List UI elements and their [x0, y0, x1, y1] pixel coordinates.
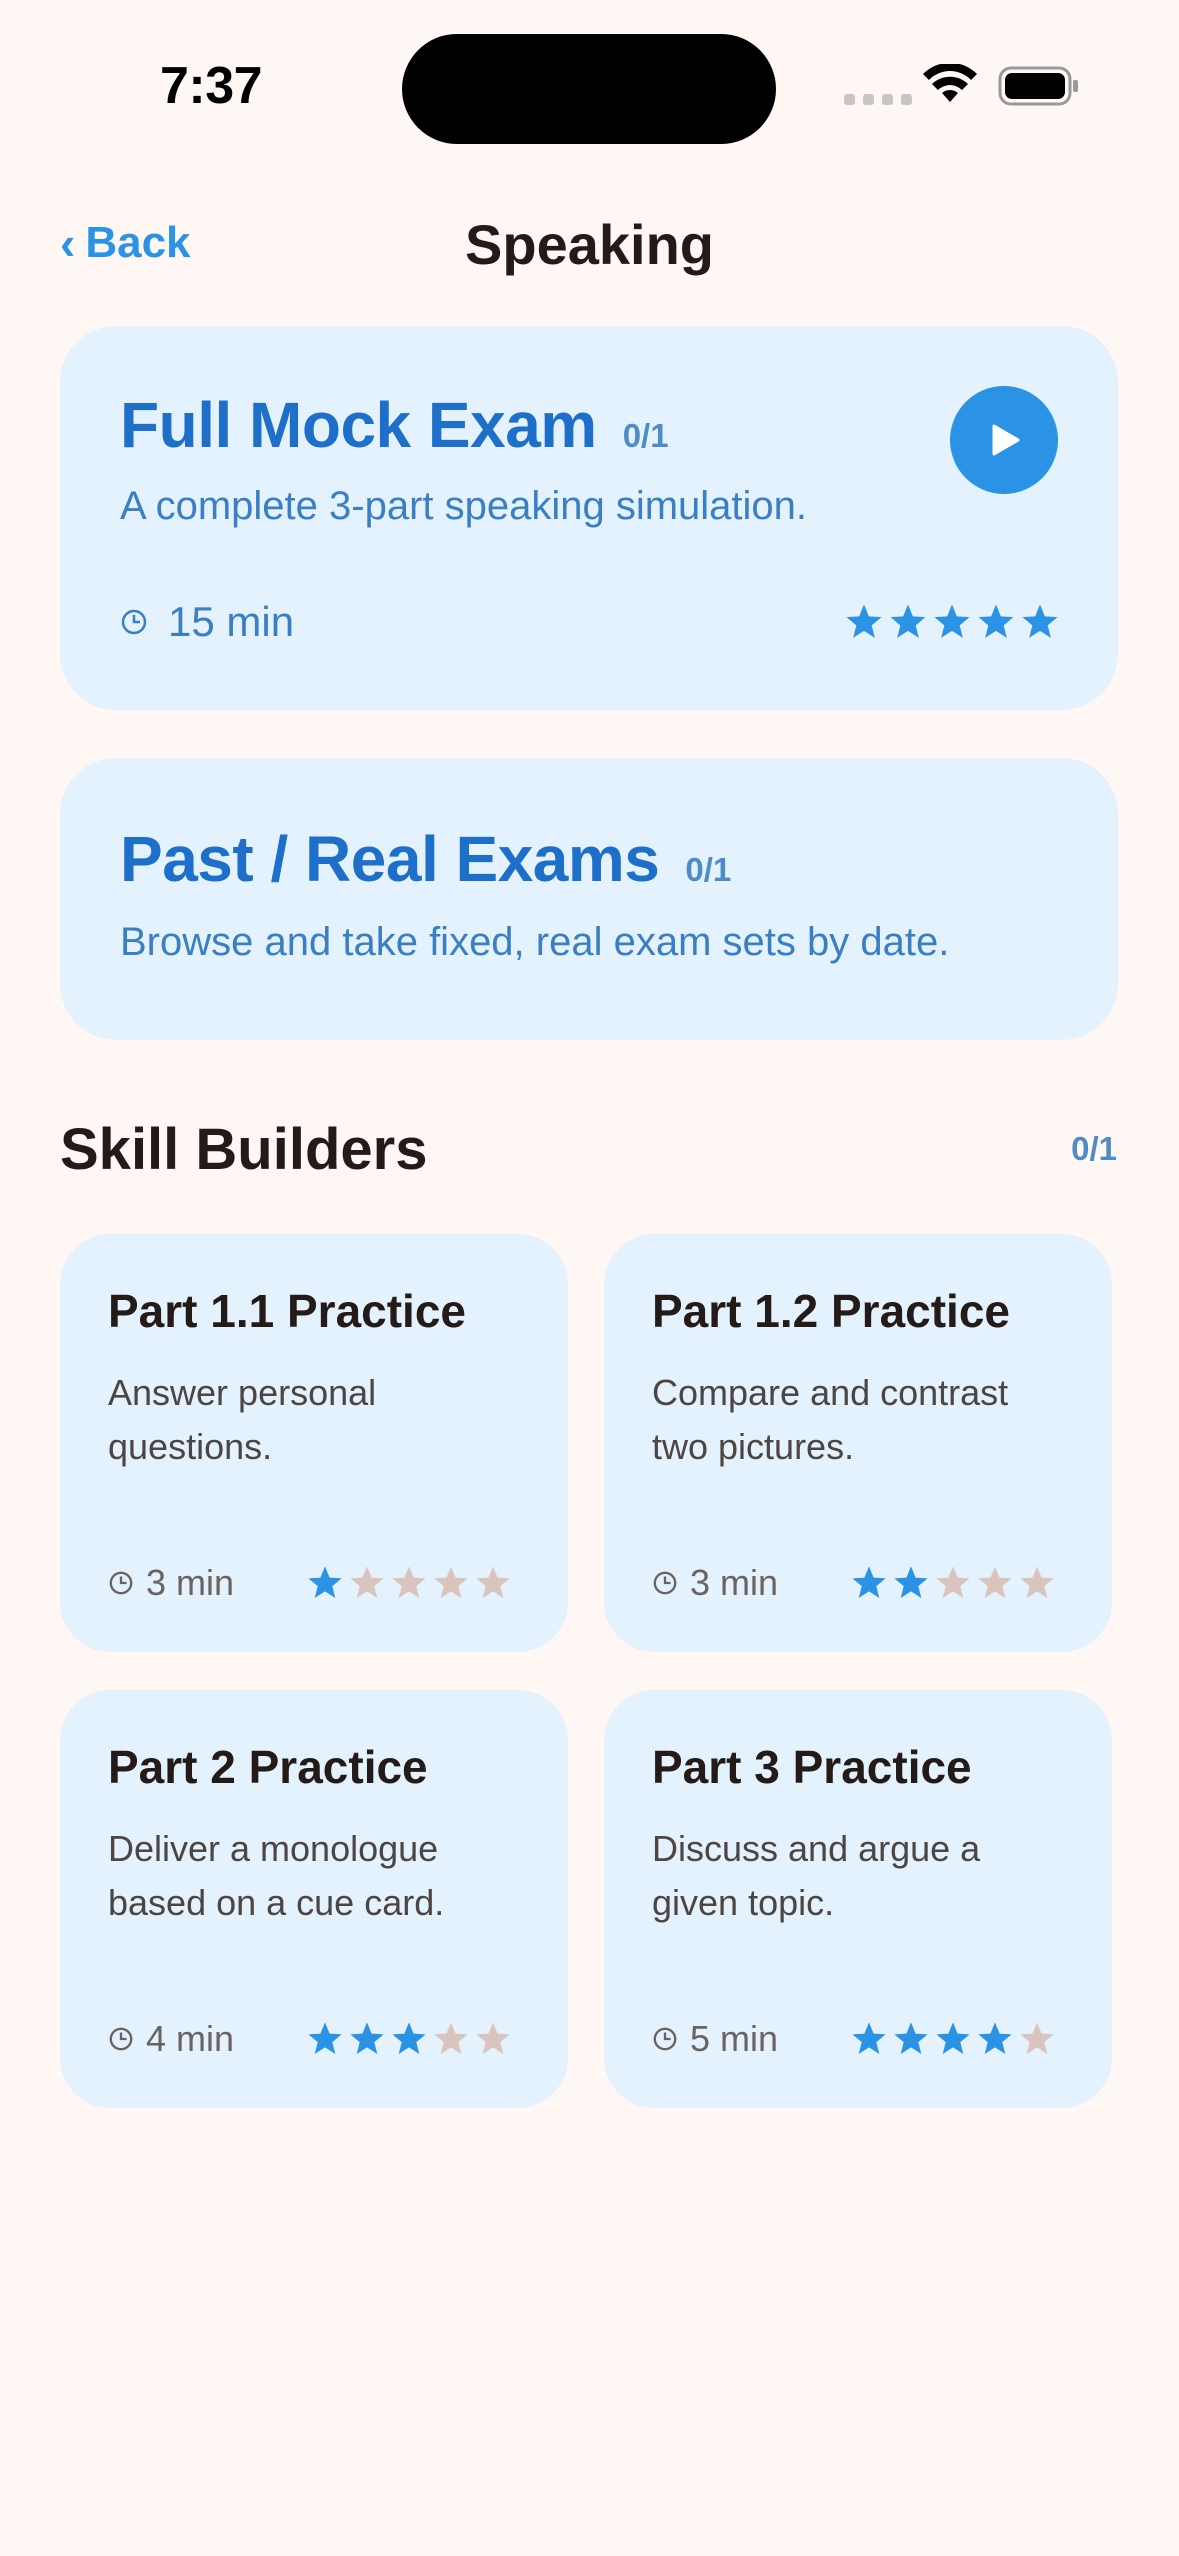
star-empty-icon — [434, 2022, 468, 2055]
mock-exam-duration-text: 15 min — [168, 598, 295, 645]
star-filled-icon — [1022, 604, 1058, 638]
practice-card-title: Part 2 Practice — [108, 1741, 428, 1793]
practice-card-description: Compare and contrast two pictures. — [652, 1372, 1009, 1467]
star-filled-icon — [890, 604, 926, 638]
practice-card-description: Deliver a monologue based on a cue card. — [108, 1828, 445, 1923]
practice-card-description: Discuss and argue a given topic. — [652, 1828, 981, 1923]
practice-card-duration: 3 min — [652, 1562, 778, 1604]
practice-card-duration-text: 4 min — [146, 2018, 235, 2059]
star-filled-icon — [308, 2022, 342, 2055]
past-exams-title: Past / Real Exams — [120, 823, 660, 895]
practice-card-duration: 4 min — [108, 2018, 234, 2060]
wifi-icon — [923, 64, 977, 102]
mock-exam-title-row: Full Mock Exam 0/1 — [120, 388, 669, 462]
star-empty-icon — [392, 1566, 426, 1599]
practice-card-difficulty-stars — [850, 1564, 1056, 1602]
clock-icon — [109, 1571, 133, 1595]
practice-card-part-2[interactable]: Part 2 Practice Deliver a monologue base… — [60, 1690, 568, 2108]
practice-card-duration-text: 5 min — [690, 2018, 779, 2059]
star-empty-icon — [1020, 1566, 1054, 1599]
practice-card-title: Part 1.2 Practice — [652, 1285, 1011, 1337]
practice-card-difficulty-stars — [850, 2020, 1056, 2058]
practice-card-part-1-2[interactable]: Part 1.2 Practice Compare and contrast t… — [604, 1234, 1112, 1652]
mock-exam-duration: 15 min — [120, 598, 294, 646]
star-filled-icon — [350, 2022, 384, 2055]
star-filled-icon — [978, 2022, 1012, 2055]
play-icon — [992, 424, 1020, 456]
dynamic-island — [402, 34, 776, 144]
practice-card-difficulty-stars — [306, 2020, 512, 2058]
past-exams-progress-badge: 0/1 — [685, 851, 732, 888]
practice-card-duration: 3 min — [108, 1562, 234, 1604]
practice-card-title: Part 3 Practice — [652, 1741, 972, 1793]
page-title: Speaking — [465, 213, 714, 276]
skill-builders-heading: Skill Builders — [60, 1117, 428, 1182]
star-filled-icon — [392, 2022, 426, 2055]
star-empty-icon — [434, 1566, 468, 1599]
mock-exam-description: A complete 3-part speaking simulation. — [120, 484, 808, 528]
star-filled-icon — [936, 2022, 970, 2055]
star-filled-icon — [308, 1566, 342, 1599]
star-empty-icon — [476, 2022, 510, 2055]
star-filled-icon — [852, 2022, 886, 2055]
star-filled-icon — [894, 1566, 928, 1599]
practice-card-part-3[interactable]: Part 3 Practice Discuss and argue a give… — [604, 1690, 1112, 2108]
status-time: 7:37 — [160, 57, 263, 115]
clock-icon — [109, 2027, 133, 2051]
star-filled-icon — [846, 604, 882, 638]
mock-exam-progress-badge: 0/1 — [622, 417, 669, 454]
cellular-signal-icon — [844, 94, 912, 105]
practice-card-duration-text: 3 min — [690, 1562, 779, 1603]
star-empty-icon — [1020, 2022, 1054, 2055]
full-mock-exam-card[interactable]: Full Mock Exam 0/1 A complete 3-part spe… — [60, 326, 1118, 710]
star-filled-icon — [894, 2022, 928, 2055]
play-button[interactable] — [950, 386, 1058, 494]
past-exams-description: Browse and take fixed, real exam sets by… — [120, 920, 950, 964]
clock-icon — [653, 1571, 677, 1595]
star-empty-icon — [350, 1566, 384, 1599]
practice-card-duration: 5 min — [652, 2018, 778, 2060]
battery-icon — [998, 66, 1078, 106]
star-empty-icon — [476, 1566, 510, 1599]
skill-builders-progress-badge: 0/1 — [1071, 1130, 1117, 1167]
practice-card-duration-text: 3 min — [146, 1562, 235, 1603]
star-empty-icon — [978, 1566, 1012, 1599]
practice-card-part-1-1[interactable]: Part 1.1 Practice Answer personal questi… — [60, 1234, 568, 1652]
practice-card-difficulty-stars — [306, 1564, 512, 1602]
star-filled-icon — [934, 604, 970, 638]
mock-exam-difficulty-stars — [844, 602, 1060, 642]
past-exams-title-row: Past / Real Exams 0/1 — [120, 822, 731, 896]
star-empty-icon — [936, 1566, 970, 1599]
practice-card-description: Answer personal questions. — [108, 1372, 377, 1467]
star-filled-icon — [852, 1566, 886, 1599]
past-real-exams-card[interactable]: Past / Real Exams 0/1 Browse and take fi… — [60, 758, 1118, 1040]
speaking-screen: 7:37 ‹ Back Speaking Full Mock Exam 0/1 … — [0, 0, 1179, 2556]
clock-icon — [653, 2027, 677, 2051]
practice-card-title: Part 1.1 Practice — [108, 1285, 467, 1337]
star-filled-icon — [978, 604, 1014, 638]
mock-exam-title: Full Mock Exam — [120, 389, 597, 461]
clock-icon — [121, 609, 147, 635]
